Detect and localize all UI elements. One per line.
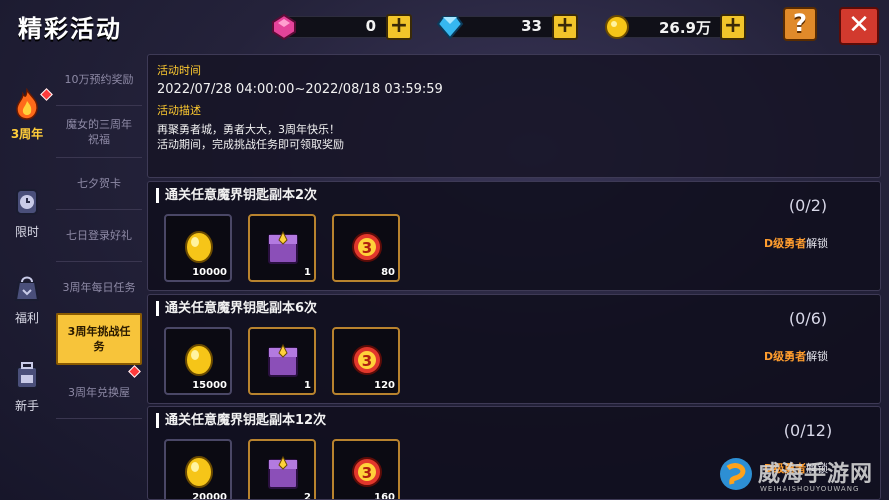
time-heading: 活动时间	[157, 64, 201, 77]
task-progress: (0/6)	[788, 309, 828, 328]
gold-coin-icon	[185, 231, 213, 263]
task-card: 通关任意魔界钥匙副本6次 15000 1 3 120 (0/6) D级勇者解锁	[147, 294, 881, 404]
purple-chest-icon	[268, 343, 298, 377]
reward-chest[interactable]: 2	[248, 439, 316, 500]
time-value: 2022/07/28 04:00:00~2022/08/18 03:59:59	[157, 82, 443, 97]
gold-coin-icon	[185, 456, 213, 488]
add-diamond-button[interactable]: +	[552, 14, 578, 40]
desc-line-2: 活动期间，完成挑战任务即可领取奖励	[157, 138, 344, 151]
reward-qty: 10000	[192, 267, 227, 278]
reward-gold[interactable]: 15000	[164, 327, 232, 395]
subnav-daily-tasks[interactable]: 3周年每日任务	[56, 262, 142, 314]
add-gold-button[interactable]: +	[720, 14, 746, 40]
task-title: 通关任意魔界钥匙副本2次	[156, 188, 317, 203]
category-label: 新手	[14, 399, 39, 413]
subnav-witch-blessing[interactable]: 魔女的三周年祝福	[56, 106, 142, 158]
task-progress: (0/12)	[783, 421, 833, 440]
subnav-qixi-card[interactable]: 七夕贺卡	[56, 158, 142, 210]
desc-heading: 活动描述	[157, 104, 201, 117]
reward-token[interactable]: 3 120	[332, 327, 400, 395]
reward-chest[interactable]: 1	[248, 327, 316, 395]
anniversary-3-token-icon: 3	[352, 232, 382, 262]
reward-qty: 120	[374, 380, 395, 391]
subnav-seven-day-login[interactable]: 七日登录好礼	[56, 210, 142, 262]
task-title: 通关任意魔界钥匙副本12次	[156, 413, 326, 428]
clock-icon	[16, 189, 38, 215]
page-title: 精彩活动	[18, 15, 122, 43]
sub-navigation: 10万预约奖励 魔女的三周年祝福 七夕贺卡 七日登录好礼 3周年每日任务 3周年…	[56, 54, 142, 500]
reward-qty: 1	[304, 267, 311, 278]
watermark-title: 威海手游网	[758, 462, 874, 487]
anniversary-3-token-icon: 3	[352, 345, 382, 375]
task-card: 通关任意魔界钥匙副本2次 10000 1 3 80 (0/2) D级勇者解锁	[147, 181, 881, 291]
anniversary-3-token-icon: 3	[352, 457, 382, 487]
pink-gem-counter: 0 +	[270, 13, 414, 41]
purple-chest-icon	[268, 230, 298, 264]
site-watermark: 威海手游网 WEIHAISHOUYOUWANG	[718, 452, 886, 498]
subnav-exchange-shop[interactable]: 3周年兑换屋	[56, 367, 142, 419]
reward-qty: 2	[304, 492, 311, 500]
diamond-counter: 33 +	[436, 13, 580, 40]
reward-qty: 160	[374, 492, 395, 500]
subnav-preorder-reward[interactable]: 10万预约奖励	[56, 54, 142, 106]
reward-gold[interactable]: 20000	[164, 439, 232, 500]
reward-gold[interactable]: 10000	[164, 214, 232, 282]
reward-qty: 20000	[192, 492, 227, 500]
unlock-requirement: D级勇者解锁	[764, 350, 829, 363]
svg-text:3: 3	[362, 464, 372, 482]
reward-qty: 80	[381, 267, 395, 278]
reward-qty: 1	[304, 380, 311, 391]
close-button[interactable]: ✕	[839, 7, 879, 45]
category-label: 3周年	[10, 127, 44, 141]
category-welfare[interactable]: 福利	[2, 272, 52, 344]
category-label: 福利	[14, 311, 39, 325]
reward-token[interactable]: 3 80	[332, 214, 400, 282]
gift-bag-icon	[14, 276, 40, 301]
category-newbie[interactable]: 新手	[2, 360, 52, 432]
reward-qty: 15000	[192, 380, 227, 391]
desc-line-1: 再聚勇者城，勇者大大，3周年快乐！	[157, 123, 340, 136]
purple-chest-icon	[268, 455, 298, 489]
category-limited[interactable]: 限时	[2, 186, 52, 258]
gold-coin-icon	[185, 344, 213, 376]
reward-token[interactable]: 3 160	[332, 439, 400, 500]
diamond-value: 33	[521, 17, 542, 35]
task-progress: (0/2)	[788, 196, 828, 215]
pink-gem-value: 0	[365, 17, 376, 35]
svg-text:3: 3	[362, 352, 372, 370]
category-anniversary[interactable]: 3周年	[2, 88, 53, 160]
add-pink-gem-button[interactable]: +	[386, 14, 412, 40]
gold-value: 26.9万	[658, 19, 711, 37]
top-bar: 精彩活动 0 + 33 + 26.9万 + ? ✕	[0, 0, 889, 50]
backpack-icon	[16, 362, 38, 389]
subnav-challenge-tasks[interactable]: 3周年挑战任务	[56, 313, 142, 365]
reward-chest[interactable]: 1	[248, 214, 316, 282]
watermark-subtitle: WEIHAISHOUYOUWANG	[760, 485, 860, 493]
task-title: 通关任意魔界钥匙副本6次	[156, 301, 317, 316]
fire-icon	[16, 88, 38, 120]
svg-text:3: 3	[362, 239, 372, 257]
help-button[interactable]: ?	[783, 7, 817, 41]
gold-counter: 26.9万 +	[603, 13, 747, 40]
activity-info-panel: 活动时间 2022/07/28 04:00:00~2022/08/18 03:5…	[147, 54, 881, 178]
unlock-requirement: D级勇者解锁	[764, 237, 829, 250]
watermark-logo-icon	[720, 458, 752, 490]
category-label: 限时	[14, 225, 39, 239]
